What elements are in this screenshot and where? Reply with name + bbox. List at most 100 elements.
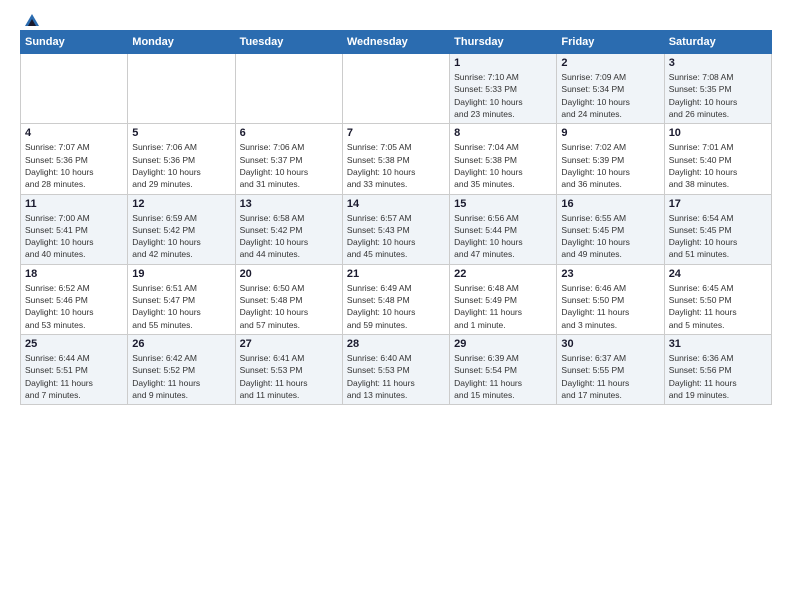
col-header-monday: Monday <box>128 31 235 54</box>
calendar-cell: 8 Sunrise: 7:04 AM Sunset: 5:38 PM Daylig… <box>450 124 557 194</box>
day-detail: Sunrise: 6:40 AM Sunset: 5:53 PM Dayligh… <box>347 352 445 401</box>
day-detail: Sunrise: 7:08 AM Sunset: 5:35 PM Dayligh… <box>669 71 767 120</box>
day-detail: Sunrise: 6:51 AM Sunset: 5:47 PM Dayligh… <box>132 282 230 331</box>
day-detail: Sunrise: 6:50 AM Sunset: 5:48 PM Dayligh… <box>240 282 338 331</box>
day-detail: Sunrise: 6:48 AM Sunset: 5:49 PM Dayligh… <box>454 282 552 331</box>
day-detail: Sunrise: 6:56 AM Sunset: 5:44 PM Dayligh… <box>454 212 552 261</box>
day-detail: Sunrise: 7:10 AM Sunset: 5:33 PM Dayligh… <box>454 71 552 120</box>
day-number: 18 <box>25 268 123 280</box>
calendar-cell: 29 Sunrise: 6:39 AM Sunset: 5:54 PM Dayli… <box>450 335 557 405</box>
day-number: 3 <box>669 57 767 69</box>
day-detail: Sunrise: 6:42 AM Sunset: 5:52 PM Dayligh… <box>132 352 230 401</box>
calendar-cell: 28 Sunrise: 6:40 AM Sunset: 5:53 PM Dayli… <box>342 335 449 405</box>
day-detail: Sunrise: 6:58 AM Sunset: 5:42 PM Dayligh… <box>240 212 338 261</box>
calendar-cell: 30Sunrise: 6:37 AM Sunset: 5:55 PM Dayli… <box>557 335 664 405</box>
day-detail: Sunrise: 7:09 AM Sunset: 5:34 PM Dayligh… <box>561 71 659 120</box>
day-detail: Sunrise: 6:54 AM Sunset: 5:45 PM Dayligh… <box>669 212 767 261</box>
calendar-cell: 9 Sunrise: 7:02 AM Sunset: 5:39 PM Daylig… <box>557 124 664 194</box>
col-header-thursday: Thursday <box>450 31 557 54</box>
day-number: 11 <box>25 198 123 210</box>
day-detail: Sunrise: 6:57 AM Sunset: 5:43 PM Dayligh… <box>347 212 445 261</box>
day-number: 9 <box>561 127 659 139</box>
day-number: 17 <box>669 198 767 210</box>
calendar-cell <box>342 54 449 124</box>
day-number: 15 <box>454 198 552 210</box>
day-number: 26 <box>132 338 230 350</box>
day-number: 21 <box>347 268 445 280</box>
day-number: 1 <box>454 57 552 69</box>
logo-icon <box>23 12 41 28</box>
calendar-cell: 3 Sunrise: 7:08 AM Sunset: 5:35 PM Daylig… <box>664 54 771 124</box>
page-header <box>20 16 772 22</box>
day-number: 5 <box>132 127 230 139</box>
day-number: 12 <box>132 198 230 210</box>
day-number: 20 <box>240 268 338 280</box>
calendar-cell: 5 Sunrise: 7:06 AM Sunset: 5:36 PM Daylig… <box>128 124 235 194</box>
calendar-cell: 2 Sunrise: 7:09 AM Sunset: 5:34 PM Daylig… <box>557 54 664 124</box>
day-detail: Sunrise: 7:07 AM Sunset: 5:36 PM Dayligh… <box>25 141 123 190</box>
day-detail: Sunrise: 7:00 AM Sunset: 5:41 PM Dayligh… <box>25 212 123 261</box>
calendar-cell: 12 Sunrise: 6:59 AM Sunset: 5:42 PM Dayli… <box>128 194 235 264</box>
day-detail: Sunrise: 6:39 AM Sunset: 5:54 PM Dayligh… <box>454 352 552 401</box>
calendar-cell: 23 Sunrise: 6:46 AM Sunset: 5:50 PM Dayli… <box>557 264 664 334</box>
day-detail: Sunrise: 7:04 AM Sunset: 5:38 PM Dayligh… <box>454 141 552 190</box>
day-number: 29 <box>454 338 552 350</box>
calendar-cell: 7Sunrise: 7:05 AM Sunset: 5:38 PM Daylig… <box>342 124 449 194</box>
calendar-week-3: 11 Sunrise: 7:00 AM Sunset: 5:41 PM Dayli… <box>21 194 772 264</box>
calendar-cell: 11 Sunrise: 7:00 AM Sunset: 5:41 PM Dayli… <box>21 194 128 264</box>
day-detail: Sunrise: 6:55 AM Sunset: 5:45 PM Dayligh… <box>561 212 659 261</box>
day-number: 23 <box>561 268 659 280</box>
calendar-week-5: 25 Sunrise: 6:44 AM Sunset: 5:51 PM Dayli… <box>21 335 772 405</box>
day-detail: Sunrise: 6:52 AM Sunset: 5:46 PM Dayligh… <box>25 282 123 331</box>
calendar-cell: 19Sunrise: 6:51 AM Sunset: 5:47 PM Dayli… <box>128 264 235 334</box>
col-header-friday: Friday <box>557 31 664 54</box>
calendar-cell <box>235 54 342 124</box>
calendar-body: 1 Sunrise: 7:10 AM Sunset: 5:33 PM Daylig… <box>21 54 772 405</box>
day-detail: Sunrise: 7:01 AM Sunset: 5:40 PM Dayligh… <box>669 141 767 190</box>
calendar-cell: 20 Sunrise: 6:50 AM Sunset: 5:48 PM Dayli… <box>235 264 342 334</box>
day-detail: Sunrise: 6:59 AM Sunset: 5:42 PM Dayligh… <box>132 212 230 261</box>
day-detail: Sunrise: 6:41 AM Sunset: 5:53 PM Dayligh… <box>240 352 338 401</box>
calendar-cell <box>21 54 128 124</box>
day-number: 8 <box>454 127 552 139</box>
day-detail: Sunrise: 6:44 AM Sunset: 5:51 PM Dayligh… <box>25 352 123 401</box>
calendar-header-row: SundayMondayTuesdayWednesdayThursdayFrid… <box>21 31 772 54</box>
calendar-cell: 10 Sunrise: 7:01 AM Sunset: 5:40 PM Dayli… <box>664 124 771 194</box>
day-number: 7 <box>347 127 445 139</box>
day-number: 25 <box>25 338 123 350</box>
day-detail: Sunrise: 7:02 AM Sunset: 5:39 PM Dayligh… <box>561 141 659 190</box>
day-number: 14 <box>347 198 445 210</box>
day-number: 6 <box>240 127 338 139</box>
calendar-cell: 13 Sunrise: 6:58 AM Sunset: 5:42 PM Dayli… <box>235 194 342 264</box>
day-number: 28 <box>347 338 445 350</box>
col-header-tuesday: Tuesday <box>235 31 342 54</box>
calendar-cell: 15 Sunrise: 6:56 AM Sunset: 5:44 PM Dayli… <box>450 194 557 264</box>
day-detail: Sunrise: 6:49 AM Sunset: 5:48 PM Dayligh… <box>347 282 445 331</box>
day-number: 22 <box>454 268 552 280</box>
calendar-week-1: 1 Sunrise: 7:10 AM Sunset: 5:33 PM Daylig… <box>21 54 772 124</box>
day-detail: Sunrise: 6:37 AM Sunset: 5:55 PM Dayligh… <box>561 352 659 401</box>
calendar-cell: 1 Sunrise: 7:10 AM Sunset: 5:33 PM Daylig… <box>450 54 557 124</box>
day-detail: Sunrise: 6:46 AM Sunset: 5:50 PM Dayligh… <box>561 282 659 331</box>
calendar-cell: 17 Sunrise: 6:54 AM Sunset: 5:45 PM Dayli… <box>664 194 771 264</box>
day-number: 10 <box>669 127 767 139</box>
day-number: 2 <box>561 57 659 69</box>
calendar-cell: 16Sunrise: 6:55 AM Sunset: 5:45 PM Dayli… <box>557 194 664 264</box>
day-number: 13 <box>240 198 338 210</box>
day-detail: Sunrise: 7:06 AM Sunset: 5:36 PM Dayligh… <box>132 141 230 190</box>
calendar-week-2: 4Sunrise: 7:07 AM Sunset: 5:36 PM Daylig… <box>21 124 772 194</box>
col-header-sunday: Sunday <box>21 31 128 54</box>
col-header-saturday: Saturday <box>664 31 771 54</box>
calendar-week-4: 18 Sunrise: 6:52 AM Sunset: 5:46 PM Dayli… <box>21 264 772 334</box>
calendar-cell: 24 Sunrise: 6:45 AM Sunset: 5:50 PM Dayli… <box>664 264 771 334</box>
calendar-cell: 14 Sunrise: 6:57 AM Sunset: 5:43 PM Dayli… <box>342 194 449 264</box>
col-header-wednesday: Wednesday <box>342 31 449 54</box>
calendar-cell: 22 Sunrise: 6:48 AM Sunset: 5:49 PM Dayli… <box>450 264 557 334</box>
calendar-cell: 6Sunrise: 7:06 AM Sunset: 5:37 PM Daylig… <box>235 124 342 194</box>
calendar-cell: 25 Sunrise: 6:44 AM Sunset: 5:51 PM Dayli… <box>21 335 128 405</box>
calendar-cell: 26 Sunrise: 6:42 AM Sunset: 5:52 PM Dayli… <box>128 335 235 405</box>
calendar-cell: 18 Sunrise: 6:52 AM Sunset: 5:46 PM Dayli… <box>21 264 128 334</box>
day-detail: Sunrise: 6:45 AM Sunset: 5:50 PM Dayligh… <box>669 282 767 331</box>
calendar-cell: 27Sunrise: 6:41 AM Sunset: 5:53 PM Dayli… <box>235 335 342 405</box>
day-number: 24 <box>669 268 767 280</box>
